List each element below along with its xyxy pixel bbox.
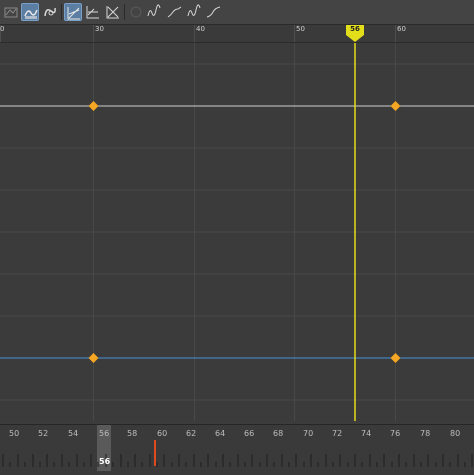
timeline-label: 74 bbox=[361, 429, 372, 438]
timeline-label: 72 bbox=[332, 429, 343, 438]
stacked-icon[interactable] bbox=[84, 3, 102, 21]
normalize-icon[interactable] bbox=[64, 3, 82, 21]
playhead-label: 56 bbox=[350, 25, 360, 33]
timeline-label: 70 bbox=[303, 429, 314, 438]
timeline-label: 68 bbox=[273, 429, 284, 438]
timeline-label: 58 bbox=[127, 429, 138, 438]
timeline-label: 56 bbox=[99, 429, 110, 438]
timeline-label: 80 bbox=[450, 429, 461, 438]
infinity-icon[interactable] bbox=[127, 3, 145, 21]
key-tangent-icon[interactable] bbox=[41, 3, 59, 21]
graph-editor-toolbar bbox=[0, 0, 474, 25]
timeline-current-frame: 56 bbox=[99, 457, 111, 466]
cycle-offset-icon[interactable] bbox=[166, 3, 184, 21]
ruler-label: 0 bbox=[0, 25, 5, 33]
linear-icon[interactable] bbox=[205, 3, 223, 21]
timeline-label: 60 bbox=[157, 429, 168, 438]
buffer-icon[interactable] bbox=[104, 3, 122, 21]
oscillate-icon[interactable] bbox=[186, 3, 204, 21]
ruler-label: 40 bbox=[196, 25, 205, 33]
grid bbox=[0, 43, 474, 421]
timeline-label: 54 bbox=[68, 429, 79, 438]
timeline-label: 66 bbox=[244, 429, 255, 438]
keyframe bbox=[390, 353, 401, 363]
ruler-label: 30 bbox=[95, 25, 104, 33]
timeline-ticks bbox=[2, 440, 473, 467]
timeline-label: 64 bbox=[215, 429, 226, 438]
keyframe bbox=[88, 353, 99, 363]
ruler-label: 60 bbox=[397, 25, 406, 33]
cycle-icon[interactable] bbox=[146, 3, 164, 21]
keyframe bbox=[390, 101, 401, 111]
timeline-label: 62 bbox=[186, 429, 197, 438]
timeline-label: 76 bbox=[390, 429, 401, 438]
keyframe bbox=[88, 101, 99, 111]
timeline-label: 52 bbox=[38, 429, 49, 438]
tangents-icon[interactable] bbox=[21, 3, 39, 21]
graph-area[interactable] bbox=[0, 43, 474, 421]
frame-ruler[interactable]: 0 30 40 50 60 bbox=[0, 25, 474, 43]
timeline-label: 50 bbox=[9, 429, 20, 438]
current-frame-marker bbox=[154, 440, 156, 466]
curve-editor-icon[interactable] bbox=[2, 3, 20, 21]
timeline-label: 78 bbox=[420, 429, 431, 438]
ruler-label: 50 bbox=[296, 25, 305, 33]
